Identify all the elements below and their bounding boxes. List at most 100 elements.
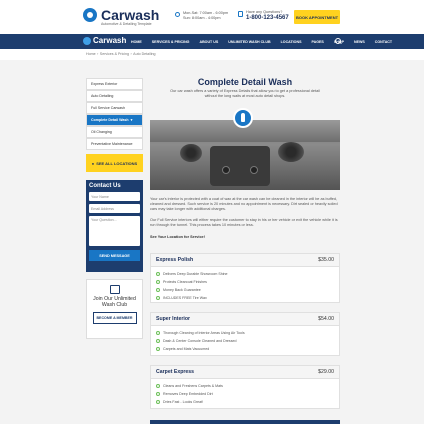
package-card: Carpet Express $29.00 Cleans and Freshen… [150, 365, 340, 409]
page-title: Complete Detail Wash [197, 77, 293, 87]
check-icon [156, 392, 160, 396]
package-features: Cleans and Freshens Carpets & Mats Remov… [151, 379, 339, 409]
package-name: Super Interior [156, 316, 191, 322]
main-nav: Carwash HOME SERVICES & PRICING ABOUT US… [0, 34, 424, 49]
center-console [210, 146, 270, 186]
feature-text: Dries Fast - Looks Great! [163, 400, 204, 404]
nav-item-home[interactable]: HOME [131, 40, 142, 44]
service-sidebar: Express Exterior Auto Detailing Full Ser… [86, 78, 143, 172]
sidebar-item-preventative[interactable]: Preventative Maintenance [86, 138, 143, 150]
feature-text: Money Back Guarantee [163, 288, 201, 292]
package-header: Express Polish $35.00 [151, 254, 339, 267]
feature-text: Dash & Center Console Cleaned and Dresse… [163, 339, 237, 343]
club-title: Join Our Unlimited Wash Club [93, 296, 136, 308]
package-header: Carpet Express $29.00 [151, 366, 339, 379]
become-member-button[interactable]: BECOME A MEMBER [92, 312, 137, 324]
sidebar-item-oil-changing[interactable]: Oil Changing [86, 126, 143, 138]
intro-text: Our car wash offers a variety of Express… [170, 89, 320, 98]
nav-item-pages[interactable]: PAGES [311, 40, 323, 44]
top-header: Carwash Automotive & Detailing Template … [0, 0, 424, 34]
contact-title: Contact Us [89, 183, 121, 189]
package-card: Super Interior $54.00 Thorough Cleaning … [150, 312, 340, 356]
sidebar-item-label: Complete Detail Wash [91, 118, 129, 122]
package-features: Delivers Deep Durable Showroom Shine Pro… [151, 267, 339, 305]
breadcrumb-services[interactable]: Services & Pricing [100, 52, 129, 56]
nav-logo[interactable]: Carwash [83, 36, 126, 45]
wash-club-box: Join Our Unlimited Wash Club BECOME A ME… [86, 279, 143, 339]
phone-icon [238, 11, 243, 17]
list-item: Cleans and Freshens Carpets & Mats [156, 382, 334, 390]
package-name: Express Polish [156, 257, 194, 263]
sidebar-item-full-service[interactable]: Full Service Carwash [86, 102, 143, 114]
nav-item-services[interactable]: SERVICES & PRICING [152, 40, 190, 44]
check-icon [156, 347, 160, 351]
feature-text: Protects Clearcoat Finishes [163, 280, 207, 284]
nav-menu: HOME SERVICES & PRICING ABOUT US UNLIMIT… [131, 34, 402, 49]
phone-number[interactable]: 1-800-123-4567 [246, 15, 289, 22]
nav-item-contact[interactable]: CONTACT [375, 40, 392, 44]
question-textarea[interactable]: Your Question... [89, 216, 140, 246]
check-icon [156, 272, 160, 276]
description-paragraph-2: Our Full Service interiors will either r… [150, 218, 338, 227]
feature-text: Cleans and Freshens Carpets & Mats [163, 384, 223, 388]
feature-text: Delivers Deep Durable Showroom Shine [163, 272, 228, 276]
package-card: Express Polish $35.00 Delivers Deep Dura… [150, 253, 340, 303]
feature-text: Thorough Cleaning of Interior Areas Usin… [163, 331, 245, 335]
package-price: $35.00 [318, 257, 334, 263]
list-item: Removes Deep Embedded Dirt [156, 390, 334, 398]
check-icon [156, 400, 160, 404]
sidebar-item-auto-detailing[interactable]: Auto Detailing [86, 90, 143, 102]
see-all-label: SEE ALL LOCATIONS [96, 160, 138, 166]
book-appointment-button[interactable]: BOOK APPOINTMENT [294, 10, 340, 24]
sidebar-item-express-exterior[interactable]: Express Exterior [86, 78, 143, 90]
logo-text: Carwash [101, 6, 160, 23]
check-icon [156, 339, 160, 343]
package-price: $54.00 [318, 316, 334, 322]
sidebar-item-complete-detail[interactable]: Complete Detail Wash ▾ [86, 114, 143, 126]
list-item: Delivers Deep Durable Showroom Shine [156, 270, 334, 278]
list-item: Dries Fast - Looks Great! [156, 398, 334, 406]
hours-line-2: Sun: 8:00am - 4:00pm [183, 16, 221, 20]
list-item: Thorough Cleaning of Interior Areas Usin… [156, 329, 334, 337]
package-name: Carpet Express [156, 369, 195, 375]
list-item: Money Back Guarantee [156, 286, 334, 294]
nav-item-club[interactable]: UNLIMITED WASH CLUB [228, 40, 270, 44]
email-field[interactable]: Email Address [89, 204, 140, 213]
hero-image [150, 120, 340, 190]
see-all-locations-button[interactable]: ● SEE ALL LOCATIONS [86, 154, 143, 172]
feature-text: Removes Deep Embedded Dirt [163, 392, 213, 396]
see-location-link[interactable]: See Your Location for Service! [150, 235, 205, 239]
description-paragraph-1: Your car's interior is protected with a … [150, 197, 338, 211]
breadcrumb-home[interactable]: Home [86, 52, 96, 56]
water-drop-icon [83, 8, 97, 22]
nav-item-news[interactable]: NEWS [354, 40, 365, 44]
phone-contact: Have any Questions? 1-800-123-4567 [238, 10, 289, 22]
check-icon [156, 288, 160, 292]
check-icon [156, 384, 160, 388]
water-drop-icon [83, 36, 91, 45]
send-message-button[interactable]: SEND MESSAGE [89, 250, 140, 261]
feature-text: INCLUDES FREE Tire Wax [163, 296, 207, 300]
logo[interactable]: Carwash Automotive & Detailing Template [83, 6, 160, 26]
package-price: $29.00 [318, 369, 334, 375]
air-vent-right [278, 142, 304, 162]
console-knob [250, 166, 258, 174]
bottom-banner [150, 420, 340, 424]
breadcrumb: Home › Services & Pricing › Auto Detailing [86, 52, 156, 56]
list-item: INCLUDES FREE Tire Wax [156, 294, 334, 302]
check-icon [156, 331, 160, 335]
list-item: Carpets and Mats Vacuumed [156, 345, 334, 353]
air-vent-left [180, 144, 202, 162]
name-field[interactable]: Your Name [89, 192, 140, 201]
list-item: Protects Clearcoat Finishes [156, 278, 334, 286]
nav-item-about[interactable]: ABOUT US [199, 40, 218, 44]
package-features: Thorough Cleaning of Interior Areas Usin… [151, 326, 339, 356]
opening-hours: Mon-Sat: 7:00am - 6:00pm Sun: 8:00am - 4… [175, 11, 228, 21]
search-icon[interactable] [335, 38, 342, 45]
contact-form: Contact Us Your Name Email Address Your … [86, 180, 143, 272]
logo-tagline: Automotive & Detailing Template [101, 22, 152, 26]
nav-logo-text: Carwash [93, 36, 127, 45]
check-icon [156, 280, 160, 284]
list-item: Dash & Center Console Cleaned and Dresse… [156, 337, 334, 345]
nav-item-locations[interactable]: LOCATIONS [281, 40, 302, 44]
